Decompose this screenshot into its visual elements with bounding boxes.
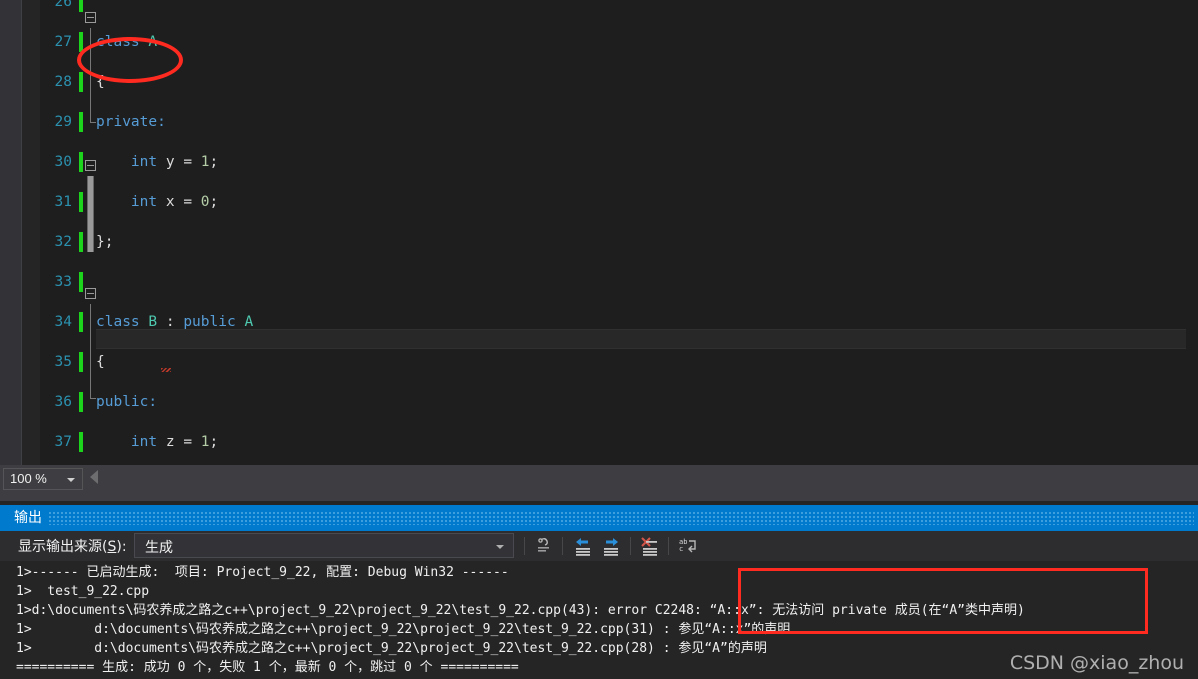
output-line[interactable]: 1> d:\documents\码农养成之路之c++\project_9_22\… [16,639,767,658]
change-indicator-bar [79,392,83,412]
chevron-down-icon [67,478,75,482]
toolbar-separator [668,537,669,555]
change-indicator-bar [79,432,83,452]
code-line[interactable]: 26 [0,0,1198,12]
change-indicator-bar [79,152,83,172]
code-line[interactable]: 37 int z = 1; [0,432,1198,452]
code-line[interactable]: 27 class A [0,32,1198,52]
fold-toggle-class-b[interactable] [85,160,96,171]
output-line[interactable]: ========== 生成: 成功 0 个，失败 1 个，最新 0 个，跳过 0… [16,658,519,677]
go-to-previous-message-icon[interactable] [570,535,596,557]
horizontal-scroll-left-arrow[interactable] [90,470,98,484]
chevron-down-icon [496,545,504,549]
structure-guide-end-main [90,398,96,399]
output-panel-toolbar: 显示输出来源(S): 生成 ab c [0,531,1198,561]
change-indicator-bar [79,0,83,12]
line-number: 34 [54,314,72,330]
code-text: { [96,74,105,90]
go-to-next-message-icon[interactable] [598,535,624,557]
change-indicator-bar [79,192,83,212]
output-source-combobox[interactable]: 生成 [134,533,514,558]
line-number: 27 [54,34,72,50]
line-number: 28 [54,74,72,90]
output-panel-titlebar[interactable]: 输出 [0,505,1198,531]
error-squiggle [161,368,171,372]
code-line[interactable]: 29 private: [0,112,1198,132]
code-line[interactable]: 31 int x = 0; [0,192,1198,212]
code-text: }; [96,234,114,250]
svg-text:c: c [679,545,683,553]
output-line[interactable]: 1> d:\documents\码农养成之路之c++\project_9_22\… [16,620,790,639]
output-line[interactable]: 1>------ 已启动生成: 项目: Project_9_22, 配置: De… [16,563,509,582]
structure-guide-class-b [87,176,94,252]
change-indicator-bar [79,32,83,52]
line-number: 36 [54,394,72,410]
clear-all-icon[interactable] [637,535,663,557]
code-text: private: [96,114,166,130]
change-indicator-bar [79,352,83,372]
current-line-highlight [96,329,1186,349]
line-number: 35 [54,354,72,370]
editor-bottom-strip: 100 % [0,465,1198,501]
show-output-from-label-post: ): [116,539,127,555]
code-text: int y = 1; [130,154,219,170]
toolbar-separator [562,537,563,555]
watermark-text: CSDN @xiao_zhou [1009,652,1184,674]
zoom-level-combobox[interactable]: 100 % [3,468,83,490]
code-line[interactable]: 33 [0,272,1198,292]
structure-guide-main [90,304,91,398]
line-number: 32 [54,234,72,250]
code-text: public: [96,394,158,410]
code-editor-pane[interactable]: 26 27 class A 28 {29 private: 30 int y = 1; 31 … [0,0,1198,465]
structure-guide-end-class-a [90,122,96,123]
toolbar-separator [524,537,525,555]
line-number: 26 [54,0,72,10]
change-indicator-bar [79,232,83,252]
titlebar-drag-dots [48,511,1194,525]
code-line[interactable]: 28 { [0,72,1198,92]
line-number: 37 [54,434,72,450]
output-line[interactable]: 1> test_9_22.cpp [16,582,149,601]
change-indicator-bar [79,72,83,92]
code-text: int z = 1; [130,434,219,450]
line-number: 29 [54,114,72,130]
show-output-from-label-pre: 显示输出来源( [18,539,108,555]
code-text: int x = 0; [130,194,219,210]
change-indicator-bar [79,112,83,132]
show-output-from-label: 显示输出来源(S): [18,536,127,556]
line-number: 31 [54,194,72,210]
output-source-value: 生成 [145,540,173,556]
toggle-word-wrap-icon[interactable]: ab c [675,535,701,557]
structure-guide-class-a [90,28,91,122]
change-indicator-bar [79,312,83,332]
line-number: 33 [54,274,72,290]
code-line[interactable]: 30 int y = 1; [0,152,1198,172]
fold-toggle-class-a[interactable] [85,12,96,23]
code-line[interactable]: 35 { [0,352,1198,372]
clear-output-icon[interactable] [531,535,557,557]
change-indicator-bar [79,272,83,292]
output-panel-title: 输出 [14,510,42,526]
output-line[interactable]: 1>d:\documents\码农养成之路之c++\project_9_22\p… [16,601,1025,620]
code-text: class A [96,34,158,50]
code-lines-container: 26 27 class A 28 {29 private: 30 int y = 1; 31 … [0,0,1198,460]
code-line[interactable]: 32}; [0,232,1198,252]
zoom-level-value: 100 % [10,471,47,486]
code-text: { [96,354,105,370]
code-line[interactable]: 36 public: [0,392,1198,412]
line-number: 30 [54,154,72,170]
fold-toggle-main[interactable] [85,288,96,299]
toolbar-separator [630,537,631,555]
